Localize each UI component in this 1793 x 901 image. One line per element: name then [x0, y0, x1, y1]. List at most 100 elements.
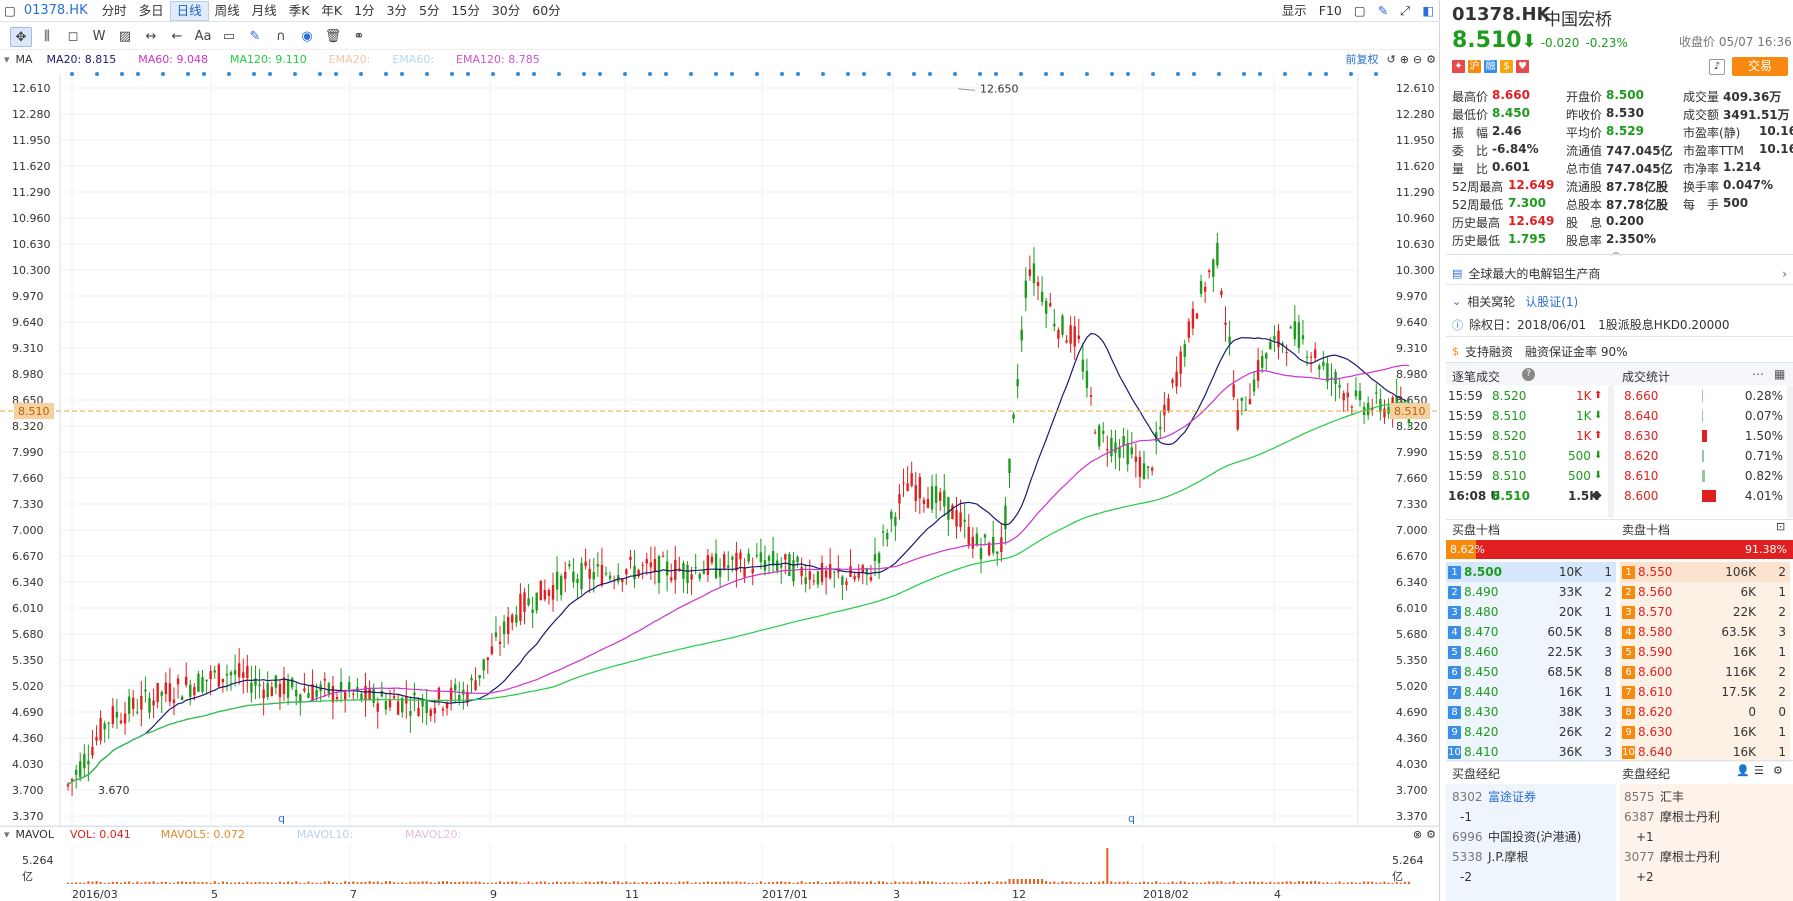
remove-indicator-icon[interactable]: ⊖ [1413, 53, 1422, 66]
mavol-label[interactable]: MAVOL [16, 828, 54, 841]
broker-name[interactable]: 中国投资(沪港通) [1488, 829, 1581, 849]
broker-name[interactable]: 汇丰 [1660, 789, 1684, 809]
more-icon[interactable]: ⋯ [1752, 367, 1764, 381]
settings-icon[interactable]: ⚙ [1426, 53, 1436, 66]
period-tab[interactable]: 月线 [246, 1, 283, 21]
ask-row[interactable]: 4 8.580 63.5K 3 [1620, 622, 1790, 642]
vol-settings-icon[interactable]: ⚙ [1426, 828, 1436, 841]
ask-row[interactable]: 9 8.630 16K 1 [1620, 722, 1790, 742]
ask-row[interactable]: 7 8.610 17.5K 2 [1620, 682, 1790, 702]
bid-row[interactable]: 9 8.420 26K 2 [1446, 722, 1616, 742]
text-tool-icon[interactable]: Aa [192, 27, 214, 47]
magnet-icon[interactable]: ∩ [270, 27, 292, 47]
layout-icon[interactable]: ◧ [1416, 1, 1440, 21]
wave-tool-icon[interactable]: W [88, 27, 110, 47]
bid-row[interactable]: 5 8.460 22.5K 3 [1446, 642, 1616, 662]
company-desc[interactable]: 全球最大的电解铝生产商 [1468, 265, 1600, 282]
broker-name[interactable]: J.P.摩根 [1488, 849, 1529, 869]
broker-id[interactable]: 8302 [1452, 789, 1483, 809]
trade-button[interactable]: 交易 [1732, 57, 1788, 76]
crosshair-icon[interactable]: ✥ [10, 26, 32, 47]
reset-icon[interactable]: ↺ [1386, 53, 1395, 66]
list-icon[interactable]: ☰ [1754, 764, 1764, 777]
bid-row[interactable]: 3 8.480 20K 1 [1446, 602, 1616, 622]
user-icon[interactable]: 👤 [1736, 764, 1750, 777]
fib-tool-icon[interactable]: ▨ [114, 27, 136, 47]
broker-settings-icon[interactable]: ⚙ [1773, 764, 1783, 777]
close-vol-icon[interactable]: ⊗ [1413, 828, 1422, 841]
grid-view-icon[interactable]: ▦ [1774, 367, 1785, 381]
broker-id[interactable]: 6996 [1452, 829, 1483, 849]
period-tab[interactable]: 日线 [169, 0, 209, 21]
trash-icon[interactable]: 🗑 [322, 27, 344, 47]
broker-id[interactable]: 8575 [1624, 789, 1655, 809]
favorite-icon[interactable]: ♥ [1516, 60, 1529, 73]
warrant-link[interactable]: 认股证(1) [1525, 293, 1578, 310]
broker-id[interactable]: 3077 [1624, 849, 1655, 869]
period-tab[interactable]: 多日 [133, 1, 170, 21]
comment-tool-icon[interactable]: ▭ [218, 27, 240, 47]
period-tab[interactable]: 15分 [445, 1, 485, 21]
broker-id[interactable]: 6387 [1624, 809, 1655, 829]
broker-group[interactable]: -2 [1460, 869, 1472, 889]
brush-icon[interactable]: ✎ [244, 27, 266, 47]
add-indicator-icon[interactable]: ⊕ [1400, 53, 1409, 66]
ask-row[interactable]: 8 8.620 0 0 [1620, 702, 1790, 722]
ma-label[interactable]: MA [16, 53, 33, 66]
period-tab[interactable]: 周线 [209, 1, 246, 21]
broker-name[interactable]: 摩根士丹利 [1660, 849, 1720, 869]
bell-icon[interactable]: ♪ [1709, 59, 1725, 75]
broker-name[interactable]: 摩根士丹利 [1660, 809, 1720, 829]
rect-tool-icon[interactable]: ◻ [62, 27, 84, 47]
kline-chart[interactable]: 12.610 12.610 12.280 12.280 11.950 11.950 11.6… [0, 0, 1440, 900]
broker-id[interactable]: 5338 [1452, 849, 1483, 869]
collapse-vol-icon[interactable]: ▾ [4, 828, 10, 841]
ask-row[interactable]: 3 8.570 22K 2 [1620, 602, 1790, 622]
bid-row[interactable]: 8 8.430 38K 3 [1446, 702, 1616, 722]
period-tab[interactable]: 季K [283, 1, 316, 21]
symbol-link[interactable]: 01378.HK [20, 3, 96, 18]
bid-row[interactable]: 6 8.450 68.5K 8 [1446, 662, 1616, 682]
collapse-stats-icon[interactable]: ︿ [1611, 243, 1621, 258]
measure-tool-icon[interactable]: ↔ [140, 27, 162, 47]
ask-row[interactable]: 5 8.590 16K 1 [1620, 642, 1790, 662]
broker-group[interactable]: +1 [1636, 829, 1654, 849]
candle-style-icon[interactable]: ⫼ [36, 27, 58, 47]
broker-group[interactable]: -1 [1460, 809, 1472, 829]
broker-group[interactable]: +2 [1636, 869, 1654, 889]
period-tab[interactable]: 1分 [348, 1, 380, 21]
ticks-scrollbar[interactable] [1608, 386, 1614, 518]
period-tab[interactable]: 5分 [413, 1, 445, 21]
square-icon[interactable]: ▢ [1348, 1, 1372, 21]
help-icon[interactable]: ? [1522, 368, 1535, 381]
ask-row[interactable]: 6 8.600 116K 2 [1620, 662, 1790, 682]
collapse-icon[interactable]: ▾ [4, 53, 10, 66]
arrow-tool-icon[interactable]: ← [166, 27, 188, 47]
display-menu[interactable]: 显示 [1276, 1, 1313, 21]
eye-icon[interactable]: ◉ [296, 27, 318, 47]
ask-row[interactable]: 1 8.550 106K 2 [1620, 562, 1790, 582]
panel-toggle-icon[interactable]: ▢ [0, 1, 20, 21]
pen-icon[interactable]: ✎ [1372, 1, 1394, 21]
bid-row[interactable]: 4 8.470 60.5K 8 [1446, 622, 1616, 642]
link-icon[interactable]: ⚭ [348, 27, 370, 47]
period-tab[interactable]: 60分 [526, 1, 566, 21]
fullscreen-icon[interactable]: ⤢ [1394, 1, 1416, 21]
adjust-button[interactable]: 前复权 [1345, 51, 1378, 67]
period-tab[interactable]: 分时 [96, 1, 133, 21]
volstat-scrollbar[interactable] [1787, 386, 1793, 518]
broker-name[interactable]: 富途证券 [1488, 789, 1536, 809]
period-tab[interactable]: 年K [315, 1, 348, 21]
chevron-right-icon[interactable]: › [1782, 267, 1787, 281]
period-tab[interactable]: 3分 [381, 1, 413, 21]
f10-button[interactable]: F10 [1313, 1, 1348, 21]
book-toggle-icon[interactable]: ⊡ [1776, 520, 1785, 533]
volume-bar [1151, 882, 1154, 884]
bid-row[interactable]: 2 8.490 33K 2 [1446, 582, 1616, 602]
ask-row[interactable]: 2 8.560 6K 1 [1620, 582, 1790, 602]
period-tab[interactable]: 30分 [486, 1, 526, 21]
bid-row[interactable]: 10 8.410 36K 3 [1446, 742, 1616, 762]
bid-row[interactable]: 1 8.500 10K 1 [1446, 562, 1616, 582]
ask-row[interactable]: 10 8.640 16K 1 [1620, 742, 1790, 762]
bid-row[interactable]: 7 8.440 16K 1 [1446, 682, 1616, 702]
